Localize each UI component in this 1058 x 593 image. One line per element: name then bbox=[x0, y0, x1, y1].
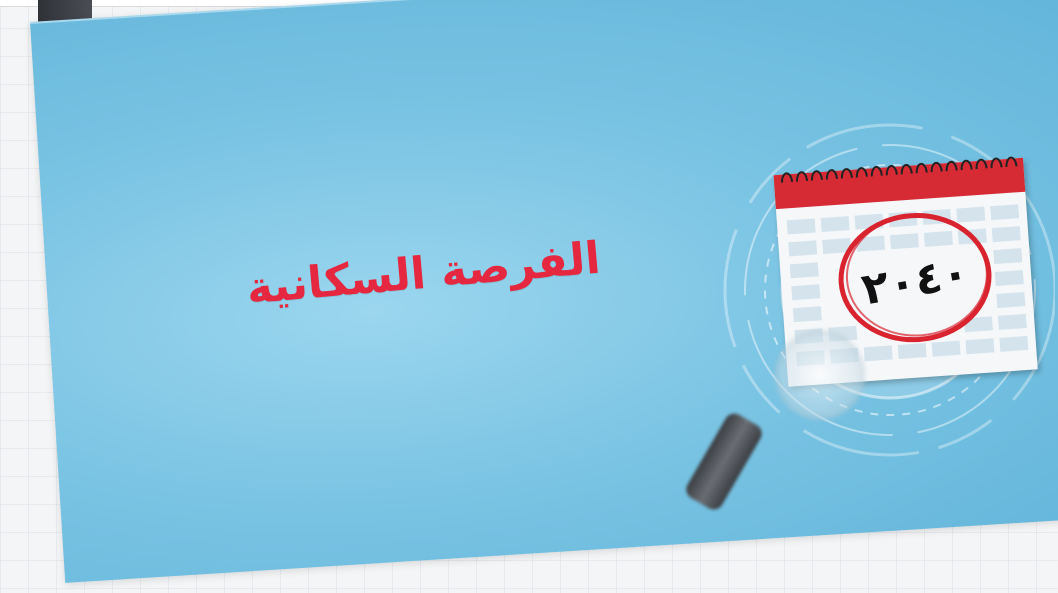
magnifier-lens bbox=[775, 330, 865, 420]
